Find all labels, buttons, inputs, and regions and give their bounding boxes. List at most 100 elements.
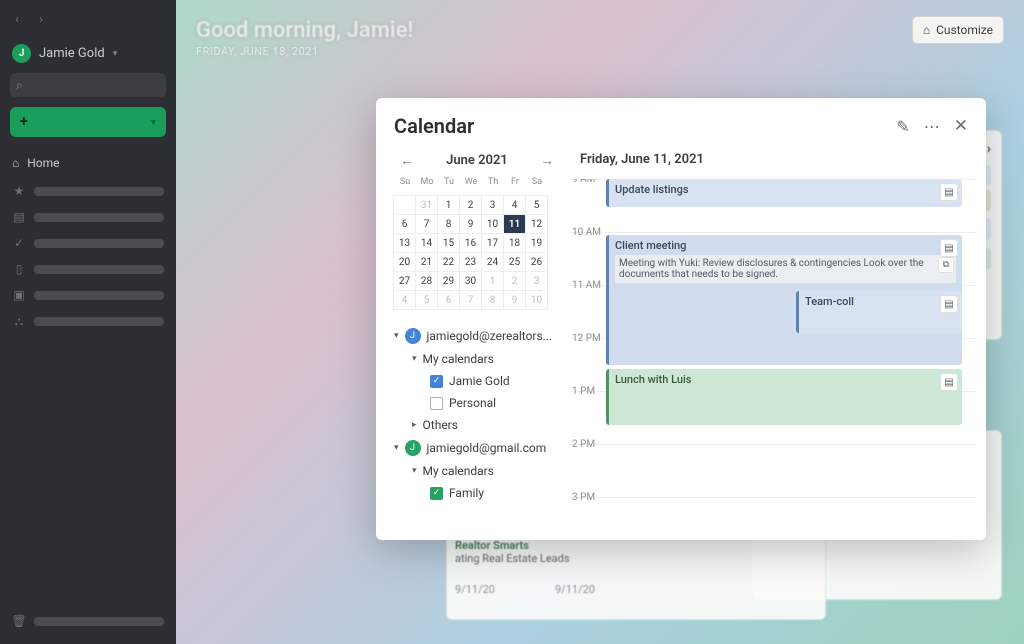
calendar-day[interactable]: 10 bbox=[481, 214, 504, 234]
calendar-day[interactable]: 9 bbox=[459, 214, 482, 234]
calendar-day[interactable]: 14 bbox=[415, 233, 438, 253]
note-icon[interactable]: ▤ bbox=[940, 373, 958, 391]
calendar-day[interactable]: 2 bbox=[459, 195, 482, 215]
calendar-day[interactable]: 25 bbox=[503, 252, 526, 272]
calendar-day[interactable]: 6 bbox=[437, 290, 460, 310]
search-input[interactable] bbox=[10, 73, 166, 97]
calendar-day[interactable]: 5 bbox=[415, 290, 438, 310]
calendar-day[interactable]: 3 bbox=[525, 271, 548, 291]
calendar-day[interactable]: 29 bbox=[437, 271, 460, 291]
calendar-day[interactable]: 4 bbox=[393, 290, 416, 310]
dow-label: Sa bbox=[526, 177, 548, 196]
hour-row bbox=[570, 232, 976, 285]
calendar-toggle[interactable]: Personal bbox=[394, 392, 560, 414]
calendar-day[interactable]: 19 bbox=[525, 233, 548, 253]
calendar-day[interactable]: 21 bbox=[415, 252, 438, 272]
calendar-day[interactable]: 10 bbox=[525, 290, 548, 310]
home-label: Home bbox=[27, 156, 59, 170]
next-month-icon[interactable]: → bbox=[540, 152, 554, 169]
sidebar: ‹ › J Jamie Gold ▾ ⌕ + ▾ ⌂ Home ★ ▤ ✓ ▯ … bbox=[0, 0, 176, 644]
calendar-group[interactable]: ▾My calendars bbox=[394, 460, 560, 482]
calendar-day[interactable]: 8 bbox=[437, 214, 460, 234]
calendar-group[interactable]: ▸ Others bbox=[394, 414, 560, 436]
calendar-day[interactable]: 13 bbox=[393, 233, 416, 253]
sidebar-item-docs[interactable]: ▯ bbox=[8, 256, 168, 282]
file-icon: ▣ bbox=[12, 288, 26, 302]
calendar-day[interactable]: 9 bbox=[503, 290, 526, 310]
group-name: Others bbox=[423, 418, 458, 432]
user-menu[interactable]: J Jamie Gold ▾ bbox=[12, 44, 164, 63]
sidebar-item-trash[interactable]: 🗑 bbox=[8, 608, 168, 634]
calendar-day[interactable]: 22 bbox=[437, 252, 460, 272]
calendar-day[interactable]: 24 bbox=[481, 252, 504, 272]
dow-label: Su bbox=[394, 177, 416, 196]
calendar-day[interactable]: 4 bbox=[503, 195, 526, 215]
nav-back-icon[interactable]: ‹ bbox=[8, 10, 26, 28]
calendar-day[interactable]: 15 bbox=[437, 233, 460, 253]
calendar-day[interactable]: 8 bbox=[481, 290, 504, 310]
account-row[interactable]: ▾Jjamiegold@zerealtors... bbox=[394, 324, 560, 348]
people-icon: ⛬ bbox=[12, 314, 26, 329]
new-event-icon[interactable]: ✎ bbox=[896, 117, 909, 136]
note-icon[interactable]: ▤ bbox=[940, 295, 958, 313]
note-icon[interactable]: ▤ bbox=[940, 183, 958, 201]
sidebar-item-tasks[interactable]: ✓ bbox=[8, 230, 168, 256]
sidebar-item-notes[interactable]: ▤ bbox=[8, 204, 168, 230]
modal-title: Calendar bbox=[394, 114, 474, 138]
calendar-event[interactable]: Update listings▤ bbox=[606, 179, 962, 207]
calendar-name: Personal bbox=[449, 396, 496, 410]
copy-icon[interactable]: ⧉ bbox=[938, 257, 954, 273]
greeting: Good morning, Jamie! bbox=[196, 18, 1004, 43]
calendar-toggle[interactable]: ✓Jamie Gold bbox=[394, 370, 560, 392]
calendar-event[interactable]: Team-coll▤ bbox=[796, 291, 962, 333]
calendar-day[interactable]: 11 bbox=[503, 214, 526, 234]
calendar-day[interactable]: 18 bbox=[503, 233, 526, 253]
calendar-day[interactable]: 23 bbox=[459, 252, 482, 272]
sidebar-item-shared[interactable]: ⛬ bbox=[8, 308, 168, 335]
event-title: Update listings bbox=[615, 183, 956, 196]
sidebar-item-home[interactable]: ⌂ Home bbox=[8, 151, 168, 178]
account-row[interactable]: ▾Jjamiegold@gmail.com bbox=[394, 436, 560, 460]
customize-button[interactable]: ⌂ Customize bbox=[912, 16, 1004, 44]
calendar-day[interactable]: 7 bbox=[415, 214, 438, 234]
calendar-day[interactable]: 28 bbox=[415, 271, 438, 291]
calendar-toggle[interactable]: ✓Family bbox=[394, 482, 560, 504]
calendar-day[interactable]: 26 bbox=[525, 252, 548, 272]
calendar-day[interactable]: 3 bbox=[481, 195, 504, 215]
nav-forward-icon[interactable]: › bbox=[32, 10, 50, 28]
caret-icon: ▸ bbox=[412, 420, 417, 430]
note-icon: ▤ bbox=[12, 210, 26, 224]
calendar-day[interactable]: 5 bbox=[525, 195, 548, 215]
calendar-day[interactable]: 7 bbox=[459, 290, 482, 310]
mini-calendar: ← June 2021 → SuMoTuWeThFrSa311234567891… bbox=[376, 148, 566, 540]
checkbox-icon[interactable] bbox=[430, 397, 443, 410]
calendar-event[interactable]: Client meetingMeeting with Yuki: Review … bbox=[606, 235, 962, 365]
hour-label: 9 AM bbox=[572, 179, 595, 185]
calendar-day[interactable]: 1 bbox=[481, 271, 504, 291]
calendar-day[interactable]: 16 bbox=[459, 233, 482, 253]
calendar-event[interactable]: Lunch with Luis▤ bbox=[606, 369, 962, 425]
calendar-day[interactable]: 2 bbox=[503, 271, 526, 291]
hour-row bbox=[570, 285, 976, 338]
calendar-day[interactable]: 30 bbox=[459, 271, 482, 291]
more-icon[interactable]: ⋯ bbox=[924, 117, 940, 136]
close-icon[interactable]: ✕ bbox=[954, 116, 968, 136]
calendar-day[interactable]: 6 bbox=[393, 214, 416, 234]
sidebar-item-starred[interactable]: ★ bbox=[8, 178, 168, 204]
add-button[interactable]: + ▾ bbox=[10, 107, 166, 137]
calendar-day[interactable]: 31 bbox=[415, 195, 438, 215]
calendar-day[interactable]: 20 bbox=[393, 252, 416, 272]
checkbox-icon[interactable]: ✓ bbox=[430, 375, 443, 388]
prev-month-icon[interactable]: ← bbox=[400, 152, 414, 169]
calendar-group[interactable]: ▾My calendars bbox=[394, 348, 560, 370]
hour-label: 1 PM bbox=[572, 386, 595, 397]
sidebar-item-files[interactable]: ▣ bbox=[8, 282, 168, 308]
hour-row bbox=[570, 444, 976, 497]
calendar-day[interactable]: 17 bbox=[481, 233, 504, 253]
calendar-day[interactable]: 1 bbox=[437, 195, 460, 215]
calendar-day[interactable] bbox=[393, 195, 416, 215]
calendar-day[interactable]: 12 bbox=[525, 214, 548, 234]
checkbox-icon[interactable]: ✓ bbox=[430, 487, 443, 500]
calendar-day[interactable]: 27 bbox=[393, 271, 416, 291]
note-icon[interactable]: ▤ bbox=[940, 239, 958, 257]
